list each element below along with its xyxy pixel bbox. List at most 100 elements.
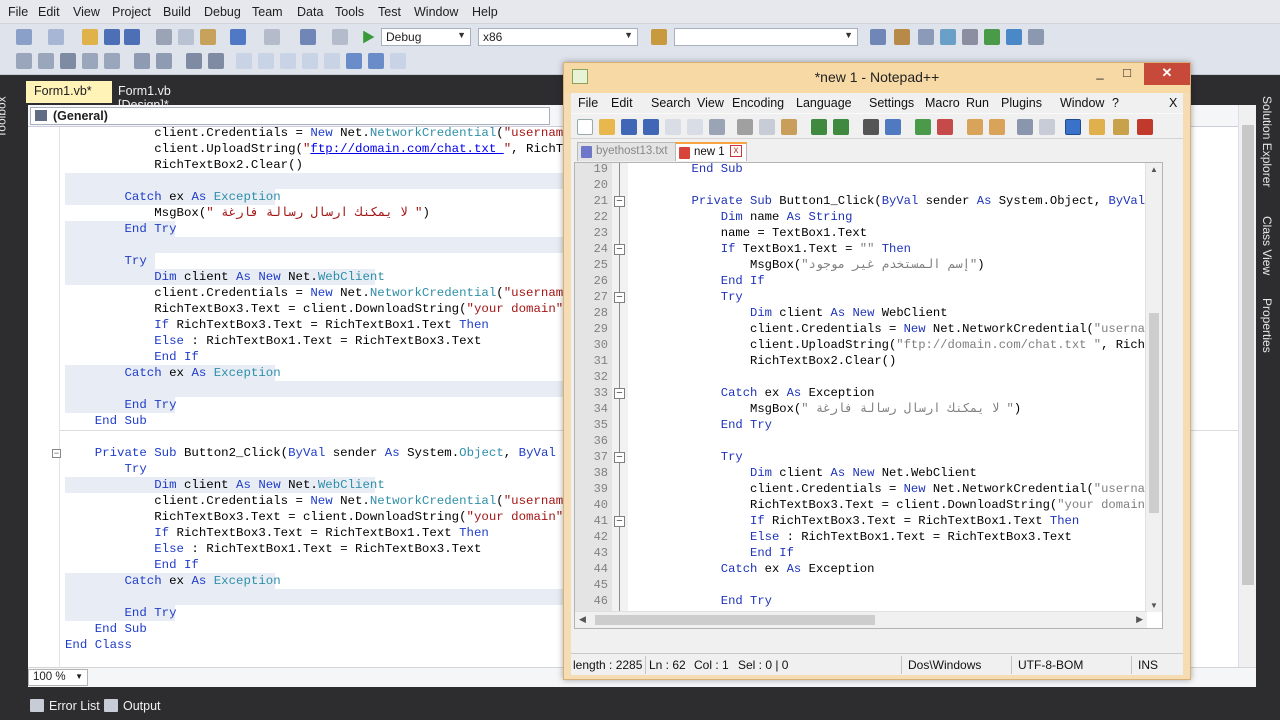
word-wrap-icon[interactable] (1017, 119, 1033, 135)
npp-code-editor[interactable]: 19 20 21 22 23 24 25 26 27 28 29 30 31 32 33 34 35 36 37 38… (574, 162, 1163, 629)
fold-collapse-icon[interactable]: − (614, 196, 625, 207)
fold-collapse-icon[interactable]: − (614, 388, 625, 399)
scroll-left-icon[interactable]: ◀ (579, 614, 586, 625)
scroll-down-icon[interactable]: ▼ (1150, 601, 1158, 610)
open-file-icon[interactable] (599, 119, 615, 135)
npp-vertical-scrollbar[interactable]: ▲ ▼ (1145, 163, 1162, 612)
navigate-icon[interactable] (300, 29, 316, 45)
maximize-button[interactable]: □ (1114, 63, 1140, 85)
save-all-icon[interactable] (124, 29, 140, 45)
prev-bookmark-icon[interactable] (258, 53, 274, 69)
npp-close-doc-button[interactable]: X (1169, 96, 1177, 110)
general-combo[interactable]: (General) (30, 107, 550, 125)
cut-icon[interactable] (737, 119, 753, 135)
vs-menu-data[interactable]: Data (297, 5, 323, 19)
tools-icon[interactable] (962, 29, 978, 45)
npp-menu-macro[interactable]: Macro (925, 96, 960, 110)
copy-icon[interactable] (759, 119, 775, 135)
save-all-icon[interactable] (643, 119, 659, 135)
replace-icon[interactable] (885, 119, 901, 135)
platform-dropdown[interactable]: x86 ▼ (478, 28, 638, 46)
undo-icon[interactable] (811, 119, 827, 135)
macro-icon[interactable] (1113, 119, 1129, 135)
data-sources-icon[interactable] (1006, 29, 1022, 45)
npp-menu-language[interactable]: Language (796, 96, 852, 110)
close-tab-icon[interactable]: x (730, 145, 742, 157)
redo-icon[interactable] (264, 29, 280, 45)
clear-bookmarks-icon[interactable] (324, 53, 340, 69)
zoom-combo[interactable]: 100 % ▼ (28, 669, 88, 686)
npp-menu-help[interactable]: ? (1112, 96, 1119, 110)
start-debug-icon[interactable] (363, 30, 375, 44)
vs-menu-debug[interactable]: Debug (204, 5, 241, 19)
npp-menu-edit[interactable]: Edit (611, 96, 633, 110)
vs-menu-team[interactable]: Team (252, 5, 283, 19)
close-file-icon[interactable] (665, 119, 681, 135)
vs-menu-help[interactable]: Help (472, 5, 498, 19)
select-icon[interactable] (60, 53, 76, 69)
fold-collapse-icon[interactable]: − (614, 292, 625, 303)
find-combo[interactable]: ▼ (674, 28, 858, 46)
vs-menu-file[interactable]: File (8, 5, 28, 19)
npp-menu-search[interactable]: Search (651, 96, 691, 110)
output-button[interactable]: Output (104, 699, 161, 713)
config-dropdown[interactable]: Debug ▼ (381, 28, 471, 46)
npp-tab-new1[interactable]: new 1 x (675, 142, 747, 161)
align-center-icon[interactable] (38, 53, 54, 69)
new-project-icon[interactable] (16, 29, 32, 45)
vs-menu-window[interactable]: Window (414, 5, 458, 19)
vs-menu-build[interactable]: Build (163, 5, 191, 19)
solution-explorer-tab[interactable]: Solution Explorer (1260, 86, 1276, 216)
scroll-right-icon[interactable]: ▶ (1136, 614, 1143, 625)
redo-icon[interactable] (833, 119, 849, 135)
sort-icon[interactable] (82, 53, 98, 69)
tab-form1-vb[interactable]: Form1.vb* (26, 81, 112, 103)
find-icon[interactable] (863, 119, 879, 135)
npp-horizontal-scrollbar[interactable]: ◀ ▶ (575, 611, 1147, 628)
copy-icon[interactable] (178, 29, 194, 45)
lang-icon[interactable] (1089, 119, 1105, 135)
outdent-icon[interactable] (134, 53, 150, 69)
list-icon[interactable] (104, 53, 120, 69)
indent-guide-icon[interactable] (1065, 119, 1081, 135)
zoom-out-icon[interactable] (937, 119, 953, 135)
scroll-thumb[interactable] (1242, 125, 1254, 585)
tab-form1-design[interactable]: Form1.vb [Design]* (110, 81, 230, 112)
vs-menu-tools[interactable]: Tools (335, 5, 364, 19)
next-bookmark-icon[interactable] (280, 53, 296, 69)
properties-icon[interactable] (894, 29, 910, 45)
npp-menu-window[interactable]: Window (1060, 96, 1104, 110)
fold-collapse-icon[interactable]: − (614, 244, 625, 255)
next-location-icon[interactable] (368, 53, 384, 69)
close-button[interactable]: ✕ (1144, 63, 1190, 85)
collapse-icon[interactable]: − (52, 449, 61, 458)
comment-icon[interactable] (186, 53, 202, 69)
prev-location-icon[interactable] (346, 53, 362, 69)
server-explorer-icon[interactable] (984, 29, 1000, 45)
save-icon[interactable] (621, 119, 637, 135)
save-icon[interactable] (104, 29, 120, 45)
close-all-icon[interactable] (687, 119, 703, 135)
minimize-button[interactable]: _ (1086, 63, 1114, 85)
fold-collapse-icon[interactable]: − (614, 516, 625, 527)
indent-icon[interactable] (156, 53, 172, 69)
show-all-chars-icon[interactable] (1039, 119, 1055, 135)
find-symbol-icon[interactable] (390, 53, 406, 69)
find-in-files-icon[interactable] (651, 29, 667, 45)
toolbox-tab[interactable]: Toolbox (0, 84, 19, 150)
cut-icon[interactable] (156, 29, 172, 45)
class-view-tab[interactable]: Class View (1260, 216, 1276, 296)
fold-collapse-icon[interactable]: − (614, 452, 625, 463)
scroll-up-icon[interactable]: ▲ (1150, 165, 1158, 174)
object-browser-icon[interactable] (918, 29, 934, 45)
find-icon[interactable] (332, 29, 348, 45)
toolbox-icon[interactable] (940, 29, 956, 45)
vs-vertical-scrollbar[interactable] (1238, 105, 1256, 667)
paste-icon[interactable] (781, 119, 797, 135)
record-macro-icon[interactable] (1137, 119, 1153, 135)
bookmark-folder-icon[interactable] (302, 53, 318, 69)
undo-icon[interactable] (230, 29, 246, 45)
vs-menu-project[interactable]: Project (112, 5, 151, 19)
properties-tab[interactable]: Properties (1260, 298, 1276, 378)
solution-explorer-icon[interactable] (870, 29, 886, 45)
